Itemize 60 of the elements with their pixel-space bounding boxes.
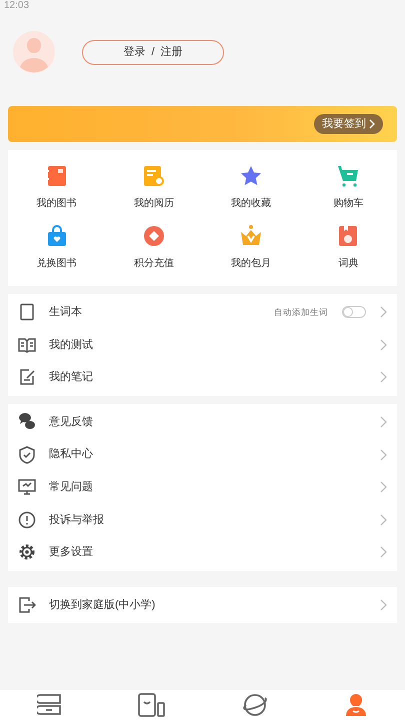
note-edit-icon [18, 368, 36, 386]
chevron-right-icon [380, 599, 387, 612]
chevron-right-icon [380, 306, 387, 318]
star-icon [239, 164, 264, 188]
exit-icon [18, 596, 36, 614]
shortcut-item[interactable]: 我的阅历 [105, 160, 202, 220]
menu-label: 隐私中心 [49, 446, 94, 462]
menu-row[interactable]: 生词本 自动添加生词 [8, 296, 397, 329]
chevron-right-icon [380, 514, 387, 526]
menu-label: 生词本 [49, 305, 83, 320]
toggle-label: 自动添加生词 [274, 306, 328, 319]
crown-icon [239, 224, 264, 248]
menu-row[interactable]: 隐私中心 [8, 438, 397, 471]
shortcut-item[interactable]: 词典 [300, 220, 397, 280]
settings-icon [18, 543, 36, 562]
person-icon[interactable] [344, 693, 368, 717]
chevron-right-icon [380, 416, 387, 428]
menu-row[interactable]: 更多设置 [8, 536, 397, 569]
menu-label: 意见反馈 [49, 414, 94, 430]
checkin-button[interactable]: 我要签到 [314, 114, 383, 134]
menu-row[interactable]: 我的笔记 [8, 361, 397, 394]
menu-row[interactable]: 常见问题 [8, 470, 397, 504]
shortcut-item[interactable]: 购物车 [300, 160, 397, 220]
shield-check-icon [18, 446, 36, 464]
menu-row[interactable]: 切换到家庭版(中小学) [8, 588, 397, 622]
toggle-switch[interactable] [342, 306, 366, 318]
monitor-icon [18, 478, 36, 496]
shortcut-item[interactable]: 我的收藏 [202, 160, 300, 220]
menu-label: 我的笔记 [49, 370, 94, 386]
devices-icon[interactable] [138, 693, 166, 717]
chevron-right-icon [369, 119, 375, 129]
shortcut-item[interactable]: 兑换图书 [8, 220, 106, 280]
alert-icon [18, 510, 36, 529]
open-book-icon [18, 336, 36, 354]
document-search-icon [142, 164, 166, 188]
chevron-right-icon [380, 481, 387, 494]
coin-icon [142, 224, 166, 248]
chevron-right-icon [380, 371, 387, 384]
menu-label: 切换到家庭版(中小学) [49, 598, 156, 613]
menu-row[interactable]: 意见反馈 [8, 406, 397, 438]
planet-icon[interactable] [240, 693, 269, 717]
chevron-right-icon [380, 338, 387, 351]
status-time: 12:03 [4, 1, 30, 11]
menu-row[interactable]: 投诉与举报 [8, 504, 397, 536]
notebook-icon [18, 303, 36, 322]
avatar-icon [13, 31, 55, 73]
menu-label: 投诉与举报 [49, 512, 105, 528]
chevron-right-icon [380, 546, 387, 558]
cart-icon [336, 164, 360, 188]
menu-row[interactable]: 我的测试 [8, 328, 397, 362]
menu-label: 常见问题 [49, 480, 94, 496]
shortcut-item[interactable]: 我的图书 [8, 160, 106, 220]
login-register-button[interactable]: 登录 / 注册 [82, 40, 224, 64]
menu-label: 更多设置 [49, 545, 94, 560]
shortcut-item[interactable]: 我的包月 [202, 220, 300, 280]
chevron-right-icon [380, 448, 387, 461]
shortcut-item[interactable]: 积分充值 [105, 220, 202, 280]
menu-label: 我的测试 [49, 338, 94, 353]
books-stack-icon[interactable] [37, 694, 64, 716]
chat-bubbles-icon [18, 413, 36, 432]
